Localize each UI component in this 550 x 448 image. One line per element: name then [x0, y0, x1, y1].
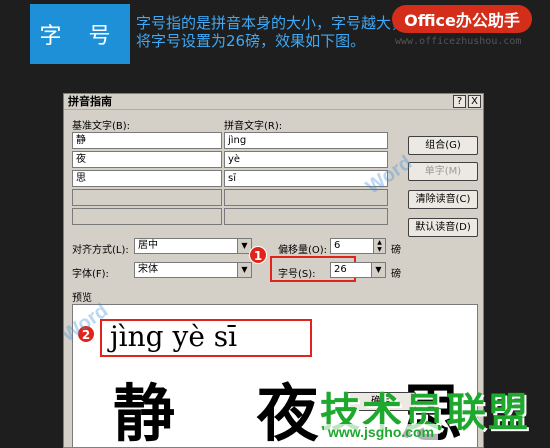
clear-reading-button[interactable]: 清除读音(C): [408, 190, 478, 209]
offset-value: 6: [334, 240, 341, 251]
base-cell-3[interactable]: 思: [72, 170, 222, 187]
offset-unit: 磅: [391, 245, 401, 256]
base-cell-2[interactable]: 夜: [72, 151, 222, 168]
spin-arrows-icon[interactable]: ▲ ▼: [373, 239, 385, 253]
banner-badge: 字 号: [30, 4, 130, 64]
preview-pinyin: jìng yè sī: [100, 319, 312, 357]
base-text-label: 基准文字(B):: [72, 121, 131, 132]
single-button[interactable]: 单字(M): [408, 162, 478, 181]
group-button[interactable]: 组合(G): [408, 136, 478, 155]
chevron-down-icon: ▼: [237, 263, 251, 277]
help-button[interactable]: ?: [453, 95, 466, 108]
ruby-text-label: 拼音文字(R):: [224, 121, 283, 132]
close-button[interactable]: X: [468, 95, 481, 108]
size-value: 26: [334, 264, 347, 275]
base-cell-4[interactable]: [72, 189, 222, 206]
offset-label: 偏移量(O):: [278, 245, 328, 256]
font-value: 宋体: [138, 264, 158, 275]
font-select[interactable]: 宋体 ▼: [134, 262, 252, 278]
ruby-cell-1[interactable]: jìng: [224, 132, 388, 149]
default-reading-button[interactable]: 默认读音(D): [408, 218, 478, 237]
size-unit: 磅: [391, 269, 401, 280]
alignment-select[interactable]: 居中 ▼: [134, 238, 252, 254]
chevron-down-icon: ▼: [371, 263, 385, 277]
ruby-cell-4[interactable]: [224, 189, 388, 206]
offset-stepper[interactable]: 6 ▲ ▼: [330, 238, 386, 254]
size-label: 字号(S):: [278, 269, 316, 280]
ruby-cell-2[interactable]: yè: [224, 151, 388, 168]
brand-url: www.officezhushou.com: [395, 36, 522, 47]
bottom-watermark-url: www.jsgho.com: [324, 424, 439, 440]
alignment-label: 对齐方式(L):: [72, 245, 129, 256]
preview-label: 预览: [72, 293, 92, 304]
marker-1: 1: [249, 246, 267, 264]
font-label: 字体(F):: [72, 269, 109, 280]
size-select[interactable]: 26 ▼: [330, 262, 386, 278]
base-cell-1[interactable]: 静: [72, 132, 222, 149]
ruby-cell-5[interactable]: [224, 208, 388, 225]
alignment-value: 居中: [138, 240, 158, 251]
dialog-title: 拼音指南: [68, 95, 112, 108]
dialog-titlebar: 拼音指南: [64, 94, 483, 110]
brand-logo: Office办公助手: [392, 5, 532, 33]
base-cell-5[interactable]: [72, 208, 222, 225]
